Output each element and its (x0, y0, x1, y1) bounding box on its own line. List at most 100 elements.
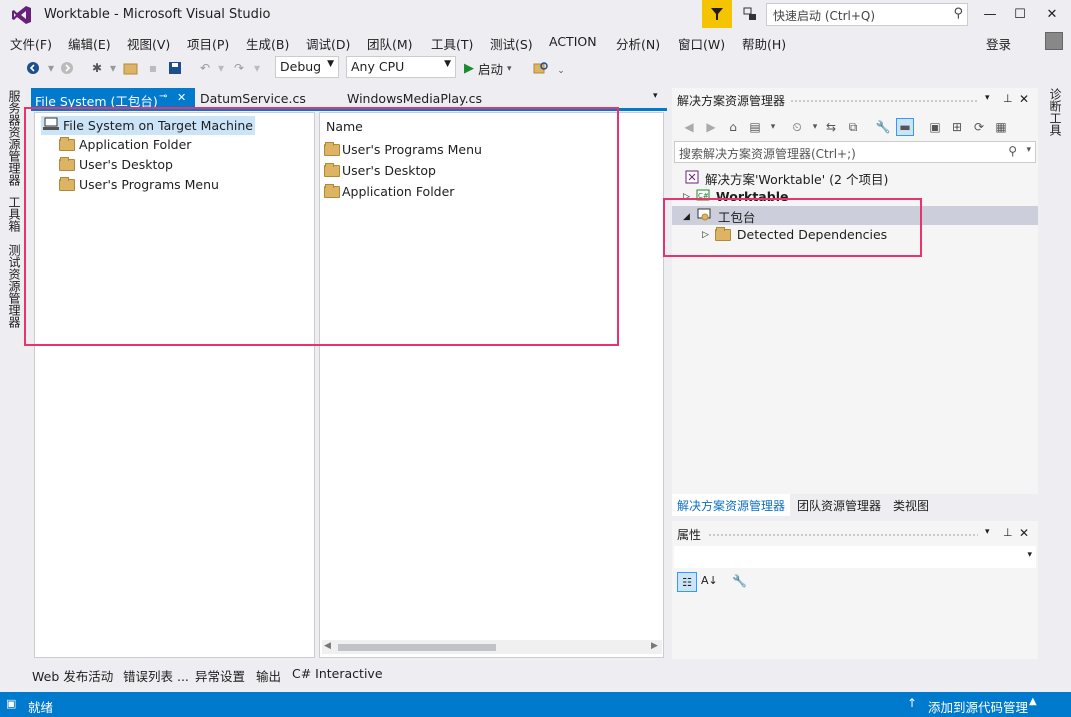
show-all-files-icon[interactable]: ▣ (926, 118, 944, 136)
new-project-dropdown-icon[interactable]: ▾ (104, 59, 122, 77)
back-icon[interactable]: ◀ (680, 118, 698, 136)
panel-grip[interactable] (708, 533, 978, 537)
scrollbar-thumb[interactable] (338, 644, 496, 651)
back-icon[interactable] (24, 59, 42, 77)
save-icon[interactable]: ▪ (144, 59, 162, 77)
chevron-down-icon[interactable]: ▾ (507, 64, 512, 74)
forward-icon[interactable]: ▶ (702, 118, 720, 136)
server-explorer-tab[interactable]: 服务器资源管理器 (6, 90, 23, 186)
window-title: Worktable - Microsoft Visual Studio (44, 7, 271, 22)
tab-windowsmediaplay[interactable]: WindowsMediaPlay.cs (343, 88, 486, 109)
menu-edit[interactable]: 编辑(E) (68, 34, 111, 53)
open-file-icon[interactable] (122, 59, 140, 77)
panel-menu-icon[interactable]: ▾ (985, 93, 990, 103)
tab-team-explorer[interactable]: 团队资源管理器 (792, 494, 886, 516)
arrow-up-icon: ↑ (907, 696, 918, 710)
pin-icon[interactable]: ⊸ (159, 91, 167, 102)
minimize-button[interactable]: — (978, 4, 1002, 24)
highlight-box-solution-explorer (663, 198, 922, 257)
toolbox-tab[interactable]: 工具箱 (6, 196, 23, 232)
find-icon[interactable] (532, 59, 550, 77)
chevron-down-icon: ▾ (1027, 550, 1032, 560)
toolbar-overflow-icon[interactable]: ⌄ (552, 62, 570, 80)
menu-team[interactable]: 团队(M) (367, 34, 413, 53)
tab-exception-settings[interactable]: 异常设置 (195, 666, 245, 685)
pin-icon[interactable]: ⊥ (1003, 526, 1013, 539)
refresh-icon[interactable]: ⟳ (970, 118, 988, 136)
menu-test[interactable]: 测试(S) (490, 34, 533, 53)
menu-file[interactable]: 文件(F) (10, 34, 52, 53)
tab-overflow-icon[interactable]: ▾ (653, 91, 658, 101)
redo-dropdown-icon[interactable]: ▾ (248, 59, 266, 77)
search-icon: ⚲ (953, 6, 963, 21)
collapse-all-icon[interactable]: ⧉ (844, 118, 862, 136)
chevron-down-icon[interactable]: ▾ (764, 118, 782, 136)
maximize-button[interactable]: ☐ (1008, 4, 1032, 24)
solution-icon (685, 170, 699, 187)
chevron-down-icon[interactable]: ▾ (1026, 145, 1031, 155)
pin-icon[interactable]: ⊥ (1003, 92, 1013, 105)
preview-selected-icon[interactable]: ▬ (896, 118, 914, 136)
notification-flag-icon[interactable] (702, 0, 732, 28)
alphabetical-icon[interactable]: A↓ (701, 574, 718, 587)
tab-csharp-interactive[interactable]: C# Interactive (292, 666, 383, 681)
quick-launch-input[interactable]: 快速启动 (Ctrl+Q) ⚲ (766, 3, 968, 26)
menu-tools[interactable]: 工具(T) (431, 34, 473, 53)
class-diagram-icon[interactable]: ⊞ (948, 118, 966, 136)
menu-build[interactable]: 生成(B) (246, 34, 289, 53)
tab-error-list[interactable]: 错误列表 ... (123, 666, 189, 685)
undo-dropdown-icon[interactable]: ▾ (212, 59, 230, 77)
properties-wrench-icon[interactable]: 🔧 (874, 118, 892, 136)
property-pages-icon[interactable]: 🔧 (732, 574, 747, 588)
avatar[interactable] (1045, 32, 1063, 50)
chevron-down-icon: ▼ (444, 59, 451, 69)
start-button[interactable]: ▶ 启动 ▾ (464, 59, 512, 78)
tab-web-publish[interactable]: Web 发布活动 (32, 666, 113, 685)
menu-action[interactable]: ACTION (549, 34, 597, 49)
view-code-icon[interactable]: ▦ (992, 118, 1010, 136)
redo-icon[interactable]: ↷ (230, 59, 248, 77)
status-text: 就绪 (28, 700, 54, 715)
properties-object-select[interactable]: ▾ (674, 546, 1036, 568)
solution-search-placeholder: 搜索解决方案资源管理器(Ctrl+;) (679, 147, 856, 161)
add-to-source-control[interactable]: 添加到源代码管理 (928, 697, 1028, 716)
menu-window[interactable]: 窗口(W) (678, 34, 725, 53)
categorized-icon[interactable]: ☷ (677, 572, 697, 592)
tab-class-view[interactable]: 类视图 (888, 494, 934, 516)
login-link[interactable]: 登录 (986, 34, 1011, 53)
home-icon[interactable]: ⌂ (724, 118, 742, 136)
solution-search-input[interactable]: 搜索解决方案资源管理器(Ctrl+;) ⚲ ▾ (674, 141, 1036, 163)
test-explorer-tab[interactable]: 测试资源管理器 (6, 244, 23, 328)
forward-icon[interactable] (58, 59, 76, 77)
feedback-icon[interactable] (740, 4, 760, 24)
save-all-icon[interactable] (166, 59, 184, 77)
platform-value: Any CPU (351, 59, 405, 74)
menu-analyze[interactable]: 分析(N) (616, 34, 660, 53)
sync-icon[interactable]: ⇆ (822, 118, 840, 136)
switch-views-icon[interactable]: ▤ (746, 118, 764, 136)
tab-solution-explorer[interactable]: 解决方案资源管理器 (672, 494, 791, 516)
close-icon[interactable]: ✕ (177, 91, 186, 104)
close-button[interactable]: ✕ (1040, 4, 1064, 24)
solution-config-select[interactable]: Debug ▼ (275, 56, 339, 78)
panel-grip[interactable] (790, 99, 978, 103)
start-label: 启动 (478, 62, 504, 77)
chevron-up-icon[interactable]: ▲ (1029, 696, 1037, 707)
solution-node[interactable]: 解决方案'Worktable' (2 个项目) (685, 169, 888, 188)
close-icon[interactable]: ✕ (1019, 92, 1029, 106)
menu-help[interactable]: 帮助(H) (742, 34, 786, 53)
menu-project[interactable]: 项目(P) (187, 34, 229, 53)
close-icon[interactable]: ✕ (1019, 526, 1029, 540)
menu-view[interactable]: 视图(V) (127, 34, 170, 53)
tab-datumservice[interactable]: DatumService.cs (196, 88, 310, 109)
platform-select[interactable]: Any CPU ▼ (346, 56, 456, 78)
pending-changes-icon[interactable]: ⏲ (788, 118, 806, 136)
play-icon: ▶ (464, 61, 474, 76)
scroll-right-icon[interactable]: ▶ (651, 641, 658, 651)
tab-file-system[interactable]: File System (工包台) ⊸ ✕ (31, 88, 195, 109)
menu-debug[interactable]: 调试(D) (306, 34, 350, 53)
panel-menu-icon[interactable]: ▾ (985, 527, 990, 537)
diagnostic-tools-tab[interactable]: 诊断工具 (1047, 88, 1064, 136)
tab-output[interactable]: 输出 (256, 666, 281, 685)
scroll-left-icon[interactable]: ◀ (324, 641, 331, 651)
